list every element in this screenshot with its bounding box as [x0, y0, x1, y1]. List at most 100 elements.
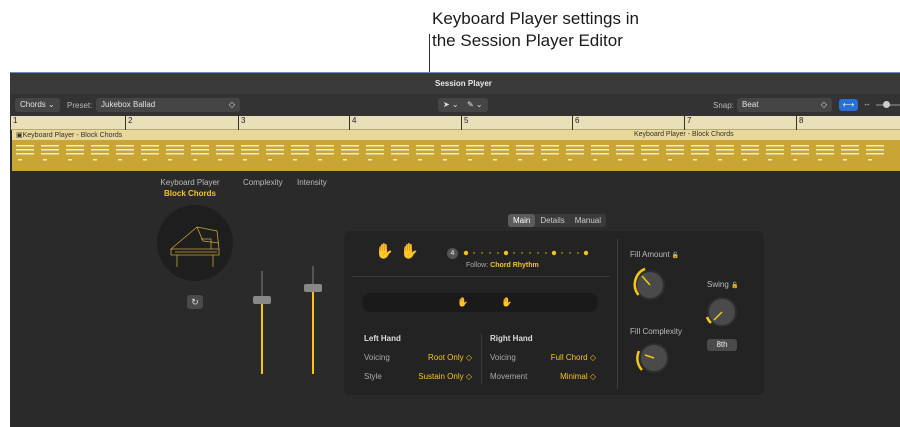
chord-notes [12, 140, 900, 171]
right-voicing-label: Voicing [490, 353, 516, 362]
complexity-slider-thumb[interactable] [253, 296, 271, 304]
right-hand-icon[interactable]: ✋ [400, 242, 419, 260]
reset-player-button[interactable]: ↻ [187, 295, 203, 309]
rhythm-dot[interactable] [513, 252, 515, 254]
bass-note [543, 159, 547, 161]
preset-dropdown[interactable]: Jukebox Ballad ◇ [96, 98, 240, 112]
bass-note [118, 159, 122, 161]
chord-note [266, 149, 284, 151]
rhythm-dot[interactable] [569, 252, 571, 254]
snap-value: Beat [742, 100, 759, 109]
bar-marker: 4 [349, 116, 356, 130]
chord-note [341, 149, 359, 151]
rhythm-dot[interactable] [561, 252, 563, 254]
chord-note [841, 145, 859, 147]
player-name: Keyboard Player [160, 178, 220, 187]
chord-note [866, 145, 884, 147]
rhythm-dot[interactable] [497, 252, 499, 254]
chord-note [16, 153, 34, 155]
right-movement-popup[interactable]: Minimal ◇ [530, 372, 596, 381]
tab-details[interactable]: Details [535, 214, 569, 227]
chord-note [841, 153, 859, 155]
chord-note [741, 153, 759, 155]
chord-note [691, 149, 709, 151]
rhythm-dot[interactable] [521, 252, 523, 254]
session-player-region[interactable]: ▣ Keyboard Player - Block Chords Keyboar… [12, 130, 900, 171]
bass-note [818, 159, 822, 161]
follow-label: Follow: [466, 262, 489, 269]
track-type-dropdown[interactable]: Chords ⌄ [15, 98, 60, 112]
chord-note [391, 145, 409, 147]
chord-note [516, 153, 534, 155]
chord-note [641, 149, 659, 151]
snap-label: Snap: [713, 101, 734, 110]
chord-note [166, 145, 184, 147]
chord-note [866, 153, 884, 155]
chord-note [716, 145, 734, 147]
left-hand-marker-icon[interactable]: ✋ [457, 297, 468, 308]
rhythm-dot[interactable] [529, 252, 531, 254]
follow-setting[interactable]: Follow: Chord Rhythm [466, 262, 539, 269]
bass-note [743, 159, 747, 161]
bar-marker: 2 [125, 116, 132, 130]
rhythm-dot[interactable] [577, 252, 579, 254]
zoom-slider[interactable] [876, 101, 900, 108]
snap-dropdown[interactable]: Beat ◇ [737, 98, 832, 112]
rhythm-dot[interactable] [537, 252, 539, 254]
complexity-label: Complexity [243, 178, 283, 187]
left-hand-icon[interactable]: ✋ [375, 242, 394, 260]
preset-label: Preset: [67, 101, 93, 110]
rhythm-dot[interactable] [481, 252, 483, 254]
player-avatar-piano[interactable] [157, 205, 233, 281]
swing-value-popup[interactable]: 8th [707, 339, 737, 351]
rhythm-dot[interactable] [545, 252, 547, 254]
rhythm-dot[interactable] [463, 250, 469, 256]
intensity-slider-thumb[interactable] [304, 284, 322, 292]
chord-note [366, 145, 384, 147]
swing-label: Swing 🔓 [707, 280, 739, 289]
hand-split-strip[interactable] [362, 293, 598, 312]
rhythm-dot[interactable] [551, 250, 557, 256]
fill-complexity-knob[interactable] [633, 337, 675, 379]
follow-count-badge[interactable]: 4 [447, 248, 458, 259]
chord-note [41, 149, 59, 151]
swing-knob[interactable] [703, 293, 741, 331]
rhythm-dot[interactable] [473, 252, 475, 254]
bar-marker: 1 [10, 116, 17, 130]
editor-tabs: Main Details Manual [508, 214, 607, 227]
pointer-tool-menu[interactable]: ➤ ⌄ [438, 98, 464, 112]
chord-note [766, 145, 784, 147]
pencil-tool-menu[interactable]: ✎ ⌄ [462, 98, 488, 112]
chord-note [41, 145, 59, 147]
rhythm-dot[interactable] [489, 252, 491, 254]
chord-note [616, 145, 634, 147]
right-voicing-popup[interactable]: Full Chord ◇ [520, 353, 596, 362]
bass-note [143, 159, 147, 161]
lock-icon[interactable]: 🔓 [731, 283, 738, 289]
bass-note [618, 159, 622, 161]
rhythm-dot[interactable] [503, 250, 509, 256]
rhythm-dot[interactable] [583, 250, 589, 256]
player-style[interactable]: Block Chords [155, 189, 225, 198]
zoom-slider-thumb[interactable] [883, 101, 890, 108]
bass-note [493, 159, 497, 161]
tab-main[interactable]: Main [508, 214, 536, 227]
left-style-popup[interactable]: Sustain Only ◇ [400, 372, 472, 381]
lock-icon[interactable]: 🔓 [672, 253, 679, 259]
bass-note [243, 159, 247, 161]
catch-button[interactable]: ⟷ [839, 99, 858, 111]
bar-ruler[interactable]: 1 2 3 4 5 6 7 8 [10, 116, 900, 130]
chord-note [416, 153, 434, 155]
chord-note [416, 149, 434, 151]
left-voicing-popup[interactable]: Root Only ◇ [400, 353, 472, 362]
right-hand-marker-icon[interactable]: ✋ [501, 297, 512, 308]
bass-note [343, 159, 347, 161]
bass-note [443, 159, 447, 161]
bar-marker: 7 [684, 116, 691, 130]
chord-note [491, 145, 509, 147]
tab-manual[interactable]: Manual [570, 214, 606, 227]
chord-note [741, 149, 759, 151]
fill-amount-knob[interactable] [627, 262, 673, 308]
intensity-slider-fill [312, 288, 314, 374]
bass-note [418, 159, 422, 161]
